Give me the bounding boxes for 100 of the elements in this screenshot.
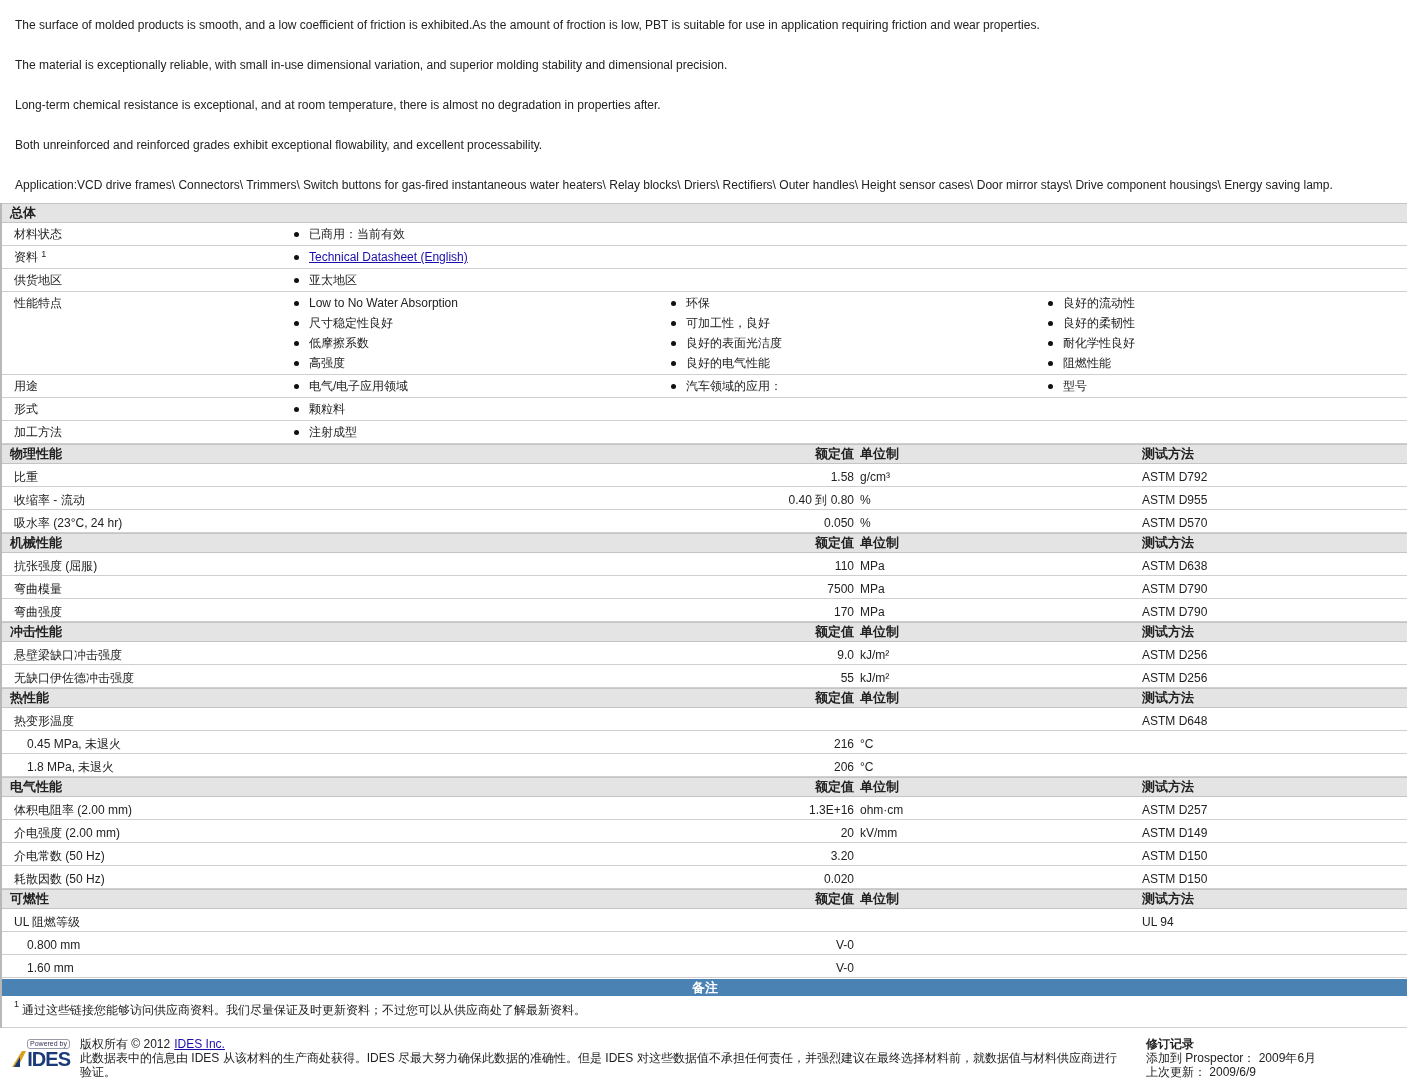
property-label: 体积电阻率 (2.00 mm) <box>13 802 133 819</box>
property-value: 良好的表面光洁度 <box>686 335 782 352</box>
description-paragraph: Both unreinforced and reinforced grades exhibit exceptional flowability, and excellent processability. <box>15 137 544 153</box>
bullet-icon <box>671 341 676 346</box>
bullet-icon <box>671 384 676 389</box>
test-method-cell: ASTM D256 <box>1142 671 1208 685</box>
bullet-icon <box>294 430 299 435</box>
value-cell: V-0 <box>836 961 854 975</box>
test-method-cell: ASTM D150 <box>1142 849 1208 863</box>
test-method-cell: ASTM D955 <box>1142 493 1208 507</box>
unit-cell: MPa <box>860 605 885 619</box>
property-value: 可加工性，良好 <box>686 315 770 332</box>
bullet-icon <box>671 361 676 366</box>
notes-header: 备注 <box>2 979 1407 996</box>
property-label: 弯曲模量 <box>13 581 63 598</box>
bullet-icon <box>294 301 299 306</box>
property-label: 介电强度 (2.00 mm) <box>13 825 121 842</box>
test-method-cell: ASTM D792 <box>1142 470 1208 484</box>
test-method-cell: UL 94 <box>1142 915 1174 929</box>
bullet-icon <box>671 321 676 326</box>
section-title: 机械性能 <box>8 534 63 552</box>
bullet-icon <box>294 341 299 346</box>
value-cell: 7500 <box>827 582 854 596</box>
property-label: 耗散因数 (50 Hz) <box>13 871 106 888</box>
test-method-cell: ASTM D790 <box>1142 605 1208 619</box>
column-header: 单位制 <box>859 445 900 463</box>
unit-cell: ohm·cm <box>860 803 904 817</box>
property-label: 收缩率 - 流动 <box>13 492 86 509</box>
disclaimer-text: 此数据表中的信息由 IDES 从该材料的生产商处获得。IDES 尽最大努力确保此数据的准确性。但是 IDES 对这些数据值不承担任何责任，并强烈建议在最终选择材料前，就数据值与材料供应商进行验证。 <box>80 1051 1118 1079</box>
test-method-cell: ASTM D257 <box>1142 803 1208 817</box>
bullet-icon <box>1048 301 1053 306</box>
property-value: 亚太地区 <box>309 272 357 289</box>
property-value: 尺寸稳定性良好 <box>309 315 393 332</box>
value-cell: 0.050 <box>823 516 854 530</box>
unit-cell: °C <box>860 760 874 774</box>
test-method-cell: ASTM D149 <box>1142 826 1208 840</box>
column-header: 单位制 <box>859 890 900 908</box>
unit-cell: MPa <box>860 582 885 596</box>
description-paragraph: The material is exceptionally reliable, with small in-use dimensional variation, and superior molding stability and dimensional precision. <box>15 57 729 73</box>
column-header: 单位制 <box>859 623 900 641</box>
copyright-text: 版权所有 © 2012 <box>80 1037 171 1051</box>
property-value: 良好的柔韧性 <box>1063 315 1135 332</box>
value-cell: 1.58 <box>830 470 854 484</box>
column-header: 额定值 <box>814 778 855 796</box>
bullet-icon <box>294 232 299 237</box>
footnote-text: $^{1}$ 通过这些链接您能够访问供应商资料。我们尽量保证及时更新资料；不过您可以从供应商处了解最新资料。 <box>14 1003 587 1017</box>
bullet-icon <box>294 278 299 283</box>
column-header: 测试方法 <box>1141 689 1195 707</box>
value-cell: 0.40 到 0.80 <box>788 493 854 507</box>
property-label: 材料状态 <box>13 226 63 243</box>
value-cell: 9.0 <box>837 648 854 662</box>
unit-cell: % <box>860 516 871 530</box>
value-cell: 216 <box>833 737 854 751</box>
value-cell: 206 <box>833 760 854 774</box>
property-value: 电气/电子应用领域 <box>309 378 409 395</box>
bullet-icon <box>294 361 299 366</box>
section-title: 可燃性 <box>9 890 50 908</box>
value-cell: 110 <box>834 559 854 573</box>
bullet-icon <box>294 384 299 389</box>
value-cell: 3.20 <box>830 849 854 863</box>
bullet-icon <box>1048 321 1053 326</box>
unit-cell: MPa <box>860 559 885 573</box>
unit-cell: g/cm³ <box>860 470 890 484</box>
property-label: 0.45 MPa, 未退火 <box>26 736 123 753</box>
property-label: UL 阻燃等级 <box>13 914 82 931</box>
property-label: 无缺口伊佐德冲击强度 <box>13 670 135 687</box>
bullet-icon <box>1048 341 1053 346</box>
property-value: 颗粒料 <box>309 401 345 418</box>
property-value: 良好的电气性能 <box>686 355 770 372</box>
company-link[interactable]: IDES Inc. <box>174 1037 225 1051</box>
column-header: 测试方法 <box>1141 890 1195 908</box>
column-header: 额定值 <box>814 890 855 908</box>
property-label: 供货地区 <box>13 272 63 289</box>
value-cell: 1.3E+16 <box>808 803 854 817</box>
property-value: 型号 <box>1063 378 1087 395</box>
column-header: 测试方法 <box>1141 445 1195 463</box>
column-header: 额定值 <box>814 534 855 552</box>
property-label: 介电常数 (50 Hz) <box>13 848 106 865</box>
value-cell: 55 <box>840 671 854 685</box>
unit-cell: % <box>860 493 871 507</box>
test-method-cell: ASTM D648 <box>1142 714 1208 728</box>
value-cell: V-0 <box>836 938 854 952</box>
datasheet-link[interactable]: Technical Datasheet (English) <box>309 249 468 266</box>
unit-cell: kJ/m² <box>860 671 890 685</box>
unit-cell: °C <box>860 737 874 751</box>
logo-wordmark: IDES <box>27 1049 70 1069</box>
test-method-cell: ASTM D150 <box>1142 872 1208 886</box>
column-header: 测试方法 <box>1141 534 1195 552</box>
property-label: 抗张强度 (屈服) <box>13 558 99 575</box>
bullet-icon <box>671 301 676 306</box>
value-cell: 170 <box>833 605 854 619</box>
property-value: 注射成型 <box>309 424 357 441</box>
column-header: 测试方法 <box>1141 623 1195 641</box>
section-title: 物理性能 <box>9 445 63 463</box>
section-title: 电气性能 <box>9 778 63 796</box>
property-value: 低摩擦系数 <box>309 335 369 352</box>
section-title: 冲击性能 <box>9 623 63 641</box>
value-cell: 0.020 <box>823 872 854 886</box>
section-title: 热性能 <box>9 689 50 707</box>
logo-mark-icon <box>12 1051 27 1067</box>
